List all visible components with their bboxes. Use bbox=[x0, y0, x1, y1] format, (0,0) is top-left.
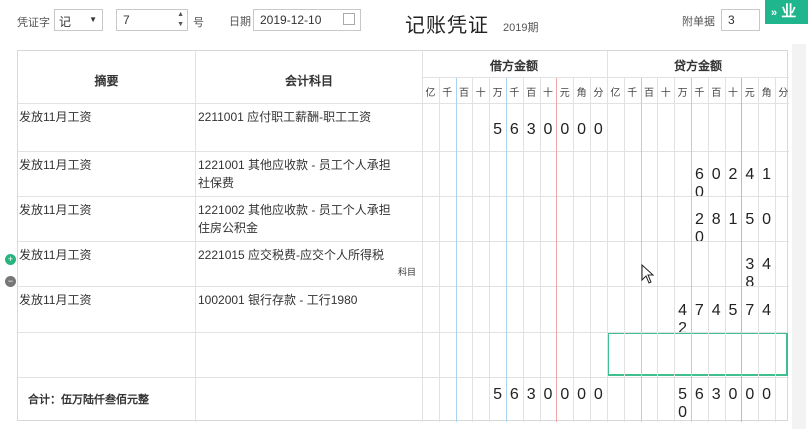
account-column-header: 会计科目 bbox=[284, 74, 333, 88]
chevron-down-icon: ▼ bbox=[89, 15, 97, 24]
row-account[interactable]: 1002001 银行存款 - 工行1980 bbox=[198, 291, 394, 309]
grid-line bbox=[758, 78, 760, 422]
grid-line bbox=[472, 78, 474, 422]
row-summary[interactable]: 发放11月工资 bbox=[19, 291, 189, 309]
grid-line bbox=[607, 51, 608, 422]
mouse-pointer-icon bbox=[641, 264, 655, 284]
debit-digit-unit: 角 bbox=[576, 88, 587, 99]
double-chevron-down-icon: » bbox=[771, 7, 778, 19]
remove-row-icon[interactable]: − bbox=[5, 276, 16, 287]
debit-digit-unit: 千 bbox=[509, 88, 520, 99]
row-account[interactable]: 1221002 其他应收款 - 员工个人承担住房公积金 bbox=[198, 201, 394, 237]
grid-line bbox=[590, 78, 591, 422]
credit-digit-unit: 百 bbox=[644, 88, 654, 99]
grid-line bbox=[707, 78, 709, 422]
debit-digit-unit: 千 bbox=[442, 88, 453, 99]
voucher-table: 摘要 会计科目 借方金额 贷方金额 亿千百十万千百十元角分亿千百十万千百十元角分… bbox=[17, 50, 789, 422]
credit-digit-unit: 十 bbox=[660, 88, 671, 99]
credit-digit-unit: 角 bbox=[761, 88, 772, 99]
grid-line bbox=[623, 78, 625, 422]
attachments-label: 附单据 bbox=[682, 16, 715, 28]
credit-digit-unit: 亿 bbox=[610, 88, 621, 99]
grid-line bbox=[674, 78, 676, 422]
voucher-header: 凭证字 记 ▼ 7 ▲ ▼ 号 日期 2019-12-10 记账凭证 2019期 … bbox=[0, 0, 808, 44]
attachments-value: 3 bbox=[728, 13, 735, 27]
grid-line bbox=[522, 78, 524, 422]
credit-digit-unit: 元 bbox=[744, 88, 755, 99]
row-account[interactable]: 1221001 其他应收款 - 员工个人承担社保费 bbox=[198, 156, 394, 192]
row-account[interactable]: 2221015 应交税费-应交个人所得税 bbox=[198, 246, 394, 264]
debit-digit-unit: 十 bbox=[543, 88, 553, 99]
credit-digit-unit: 十 bbox=[728, 88, 738, 99]
debit-digit-unit: 万 bbox=[492, 88, 503, 99]
attachments-input[interactable]: 3 bbox=[721, 9, 760, 31]
credit-digit-unit: 万 bbox=[677, 88, 688, 99]
voucher-number-stepper[interactable]: 7 ▲ ▼ bbox=[116, 9, 188, 31]
row-summary[interactable]: 发放11月工资 bbox=[19, 201, 189, 219]
credit-digit-unit: 千 bbox=[627, 88, 638, 99]
grid-line bbox=[539, 78, 541, 422]
account-hint: 科目 bbox=[398, 267, 417, 277]
total-label: 合计：伍万陆仟叁佰元整 bbox=[28, 394, 149, 406]
grid-line bbox=[195, 51, 196, 422]
grid-line bbox=[422, 77, 789, 78]
action-button-label: 业 bbox=[781, 3, 797, 20]
voucher-word-value: 记 bbox=[59, 15, 72, 29]
grid-line bbox=[724, 78, 726, 422]
grid-line bbox=[775, 78, 776, 422]
vertical-scrollbar[interactable] bbox=[792, 44, 806, 429]
grid-line bbox=[657, 78, 659, 422]
add-row-icon[interactable]: + bbox=[5, 254, 16, 265]
debit-digit-unit: 亿 bbox=[425, 88, 436, 99]
row-summary[interactable]: 发放11月工资 bbox=[19, 108, 189, 126]
number-suffix-label: 号 bbox=[193, 17, 204, 29]
grid-line bbox=[640, 78, 642, 422]
page-title: 记账凭证 bbox=[405, 15, 489, 37]
grid-line bbox=[438, 78, 440, 422]
date-label: 日期 bbox=[229, 16, 251, 28]
voucher-word-select[interactable]: 记 ▼ bbox=[54, 9, 103, 31]
grid-line bbox=[556, 78, 558, 422]
active-credit-cell[interactable] bbox=[607, 332, 788, 376]
date-value: 2019-12-10 bbox=[260, 13, 322, 27]
credit-column-header: 贷方金额 bbox=[673, 59, 722, 73]
debit-digit-unit: 十 bbox=[475, 88, 486, 99]
action-button[interactable]: » 业 bbox=[765, 0, 808, 24]
period-label: 2019期 bbox=[503, 22, 539, 34]
debit-digit-unit: 百 bbox=[459, 88, 469, 99]
row-summary[interactable]: 发放11月工资 bbox=[19, 156, 189, 174]
voucher-word-label: 凭证字 bbox=[17, 17, 50, 29]
grid-line bbox=[506, 78, 507, 422]
stepper-arrows-icon[interactable]: ▲ ▼ bbox=[177, 10, 184, 30]
debit-digit-unit: 分 bbox=[593, 88, 604, 99]
credit-digit-unit: 千 bbox=[694, 88, 705, 99]
grid-line bbox=[489, 78, 491, 422]
summary-column-header: 摘要 bbox=[94, 74, 119, 88]
grid-line bbox=[573, 78, 575, 422]
grid-line bbox=[741, 78, 743, 422]
row-summary[interactable]: 发放11月工资 bbox=[19, 246, 189, 264]
debit-digit-unit: 百 bbox=[526, 88, 537, 99]
grid-line bbox=[691, 78, 692, 422]
grid-line bbox=[422, 51, 423, 422]
date-input[interactable]: 2019-12-10 bbox=[253, 9, 361, 31]
debit-digit-unit: 元 bbox=[559, 88, 570, 99]
row-account[interactable]: 2211001 应付职工薪酬-职工工资 bbox=[198, 108, 394, 126]
grid-line bbox=[455, 78, 457, 422]
debit-column-header: 借方金额 bbox=[489, 59, 538, 73]
voucher-number-value: 7 bbox=[123, 13, 130, 27]
credit-digit-unit: 百 bbox=[711, 88, 722, 99]
calendar-icon[interactable] bbox=[343, 13, 355, 25]
credit-digit-unit: 分 bbox=[778, 88, 789, 99]
